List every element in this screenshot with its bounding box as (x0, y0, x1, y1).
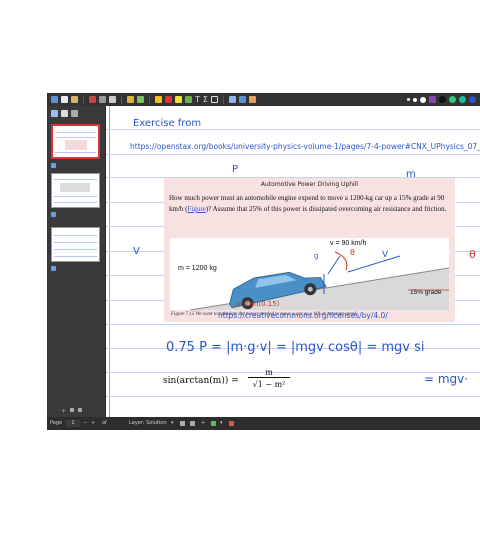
add-page-icon[interactable]: + (61, 408, 66, 415)
color-green-icon[interactable] (449, 96, 456, 103)
thin-stroke-icon[interactable] (407, 98, 410, 101)
sin-arctan-lhs: sin(arctan(m)) = (163, 376, 239, 386)
page-decrement-button[interactable]: − (83, 417, 87, 430)
layer-up-icon[interactable] (180, 421, 185, 426)
medium-stroke-icon[interactable] (413, 97, 417, 102)
page-margin-line (109, 106, 110, 417)
color-teal-icon[interactable] (459, 96, 466, 103)
speed-label: v = 90 km/h (330, 240, 367, 247)
m-annotation: m (406, 169, 416, 180)
layer-select[interactable]: Layer: Solution (129, 417, 167, 430)
image-icon[interactable] (238, 96, 246, 103)
eraser-icon[interactable] (185, 96, 192, 103)
power-equation: 0.75 P = |m·g·v| = |mgv cosθ| = mgv si (166, 340, 425, 355)
v-annotation-2: V (382, 250, 389, 260)
page-sidebar: + (47, 106, 105, 417)
delete-layer-icon[interactable] (229, 421, 234, 426)
copy-icon[interactable] (99, 96, 106, 103)
color-black-icon[interactable] (439, 96, 446, 103)
theta-annotation: θ (350, 248, 355, 257)
redo-icon[interactable] (137, 96, 144, 103)
color-blue-icon[interactable] (469, 96, 476, 103)
move-page-icon[interactable] (70, 408, 75, 412)
v-annotation: V (133, 246, 140, 257)
fraction-denominator: √1 − m² (252, 380, 286, 389)
figure-title: Automotive Power Driving Uphill (260, 181, 359, 188)
page-icon (51, 212, 56, 217)
hand-tool-icon[interactable] (248, 96, 256, 103)
add-layer-icon[interactable]: + (201, 417, 205, 430)
new-page-icon[interactable] (61, 96, 68, 103)
of-label: of (102, 420, 107, 426)
sidebar-toolbar (47, 106, 105, 120)
marker-icon[interactable] (175, 96, 182, 103)
page-thumbnail-2[interactable] (51, 173, 100, 208)
xournal-window: T Σ + Exercise from https://openstax.org… (47, 93, 480, 430)
layer-visibility-icon[interactable] (190, 421, 195, 426)
main-toolbar: T Σ (47, 93, 480, 106)
car-on-incline-diagram: m = 1200 kg v = 90 km/h 15% grade arctan… (170, 238, 449, 310)
page-increment-button[interactable]: + (91, 417, 95, 430)
toolbar-separator (121, 95, 122, 104)
problem-figure[interactable]: Automotive Power Driving Uphill How much… (164, 178, 455, 322)
undo-icon[interactable] (127, 96, 134, 103)
layer-dropdown-icon[interactable]: ▾ (171, 417, 174, 430)
open-icon[interactable] (71, 96, 78, 103)
source-url: https://openstax.org/books/university-ph… (130, 142, 480, 151)
result-equation: = mgv· (424, 372, 469, 386)
status-bar: Page 1 − + of Layer: Solution ▾ + ▾ (47, 417, 480, 430)
layer-color-icon[interactable] (211, 421, 216, 426)
shape-tool-icon[interactable] (210, 96, 218, 103)
toolbar-separator (149, 95, 150, 104)
layer-menu-icon[interactable]: ▾ (220, 417, 223, 430)
theta-edge-annotation: θ (469, 248, 476, 261)
color-picker-icon[interactable] (429, 96, 436, 103)
sidebar-bottom-controls: + (61, 408, 83, 415)
cut-icon[interactable] (89, 96, 96, 103)
page-thumbnail-3[interactable] (51, 227, 100, 262)
select-icon[interactable] (228, 96, 236, 103)
figure-link[interactable]: Figure (187, 205, 205, 213)
page-number-input[interactable]: 1 (66, 420, 80, 427)
g-annotation: g (314, 252, 319, 260)
pen-icon[interactable] (155, 96, 162, 103)
page-icon (51, 266, 56, 271)
page-preview-icon[interactable] (51, 109, 58, 117)
mass-label: m = 1200 kg (178, 265, 217, 272)
bookmark-icon[interactable] (71, 109, 78, 117)
highlighter-icon[interactable] (165, 96, 172, 103)
save-icon[interactable] (51, 96, 58, 103)
grade-label: 15% grade (410, 289, 442, 296)
paste-icon[interactable] (109, 96, 116, 103)
thick-stroke-icon[interactable] (420, 96, 426, 103)
problem-text: How much power must an automobile engine… (169, 194, 447, 213)
arctan-annotation: arctan(0.15) (236, 300, 280, 308)
delete-page-icon[interactable] (78, 408, 83, 412)
p-annotation: P (232, 164, 239, 175)
page-icon (51, 163, 56, 168)
toolbar-separator (83, 95, 84, 104)
layer-icon[interactable] (61, 109, 68, 117)
page-label: Page (50, 420, 63, 426)
license-url: https://creativecommons.org/licenses/by/… (218, 311, 388, 320)
latex-tool-icon[interactable]: Σ (203, 95, 208, 104)
exercise-title: Exercise from (133, 118, 202, 129)
text-tool-icon[interactable]: T (195, 95, 200, 104)
page-thumbnail-1[interactable] (51, 124, 100, 159)
toolbar-separator (222, 95, 224, 104)
document-canvas[interactable]: Exercise from https://openstax.org/books… (106, 106, 480, 417)
fraction-numerator: m (248, 368, 290, 378)
